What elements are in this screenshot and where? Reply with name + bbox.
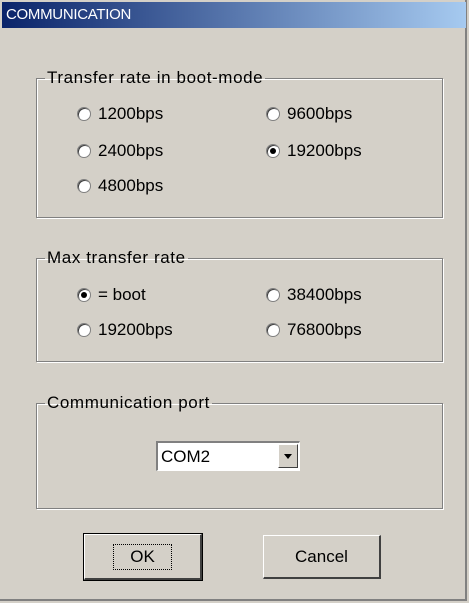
radio-icon	[266, 107, 280, 121]
option-label: 1200bps	[98, 104, 164, 123]
max-rate-38400[interactable]: 38400bps	[266, 283, 362, 307]
max-rate-76800[interactable]: 76800bps	[266, 318, 362, 342]
chevron-down-icon	[284, 453, 292, 459]
option-label: 38400bps	[287, 285, 362, 304]
communication-dialog: COMMUNICATION Transfer rate in boot-mode…	[0, 0, 467, 601]
port-select-value: COM2	[161, 447, 211, 466]
radio-icon	[77, 107, 91, 121]
option-label: 9600bps	[287, 104, 353, 123]
max-rate-boot[interactable]: = boot	[77, 283, 146, 307]
boot-rate-legend: Transfer rate in boot-mode	[47, 68, 264, 87]
radio-icon	[77, 323, 91, 337]
option-label: 19200bps	[287, 141, 362, 160]
option-label: 76800bps	[287, 320, 362, 339]
radio-icon	[77, 144, 91, 158]
boot-rate-4800[interactable]: 4800bps	[77, 174, 163, 198]
max-rate-legend: Max transfer rate	[47, 248, 186, 267]
cancel-button-label: Cancel	[295, 546, 348, 566]
dialog-title: COMMUNICATION	[2, 2, 466, 28]
radio-icon	[266, 323, 280, 337]
ok-button-label: OK	[113, 543, 172, 570]
port-legend: Communication port	[47, 393, 210, 412]
radio-icon	[266, 288, 280, 302]
dropdown-arrow-button[interactable]	[278, 444, 298, 468]
option-label: 4800bps	[98, 176, 164, 195]
radio-checked-icon	[266, 144, 280, 158]
boot-rate-9600[interactable]: 9600bps	[266, 102, 352, 126]
option-label: 19200bps	[98, 320, 173, 339]
ok-button[interactable]: OK	[83, 533, 203, 581]
boot-rate-1200[interactable]: 1200bps	[77, 102, 163, 126]
boot-rate-19200[interactable]: 19200bps	[266, 139, 362, 163]
option-label: 2400bps	[98, 141, 164, 160]
radio-checked-icon	[77, 288, 91, 302]
port-select[interactable]: COM2	[156, 441, 300, 471]
cancel-button[interactable]: Cancel	[263, 535, 381, 579]
radio-icon	[77, 179, 91, 193]
boot-rate-2400[interactable]: 2400bps	[77, 139, 163, 163]
option-label: = boot	[98, 285, 146, 304]
max-rate-19200[interactable]: 19200bps	[77, 318, 173, 342]
